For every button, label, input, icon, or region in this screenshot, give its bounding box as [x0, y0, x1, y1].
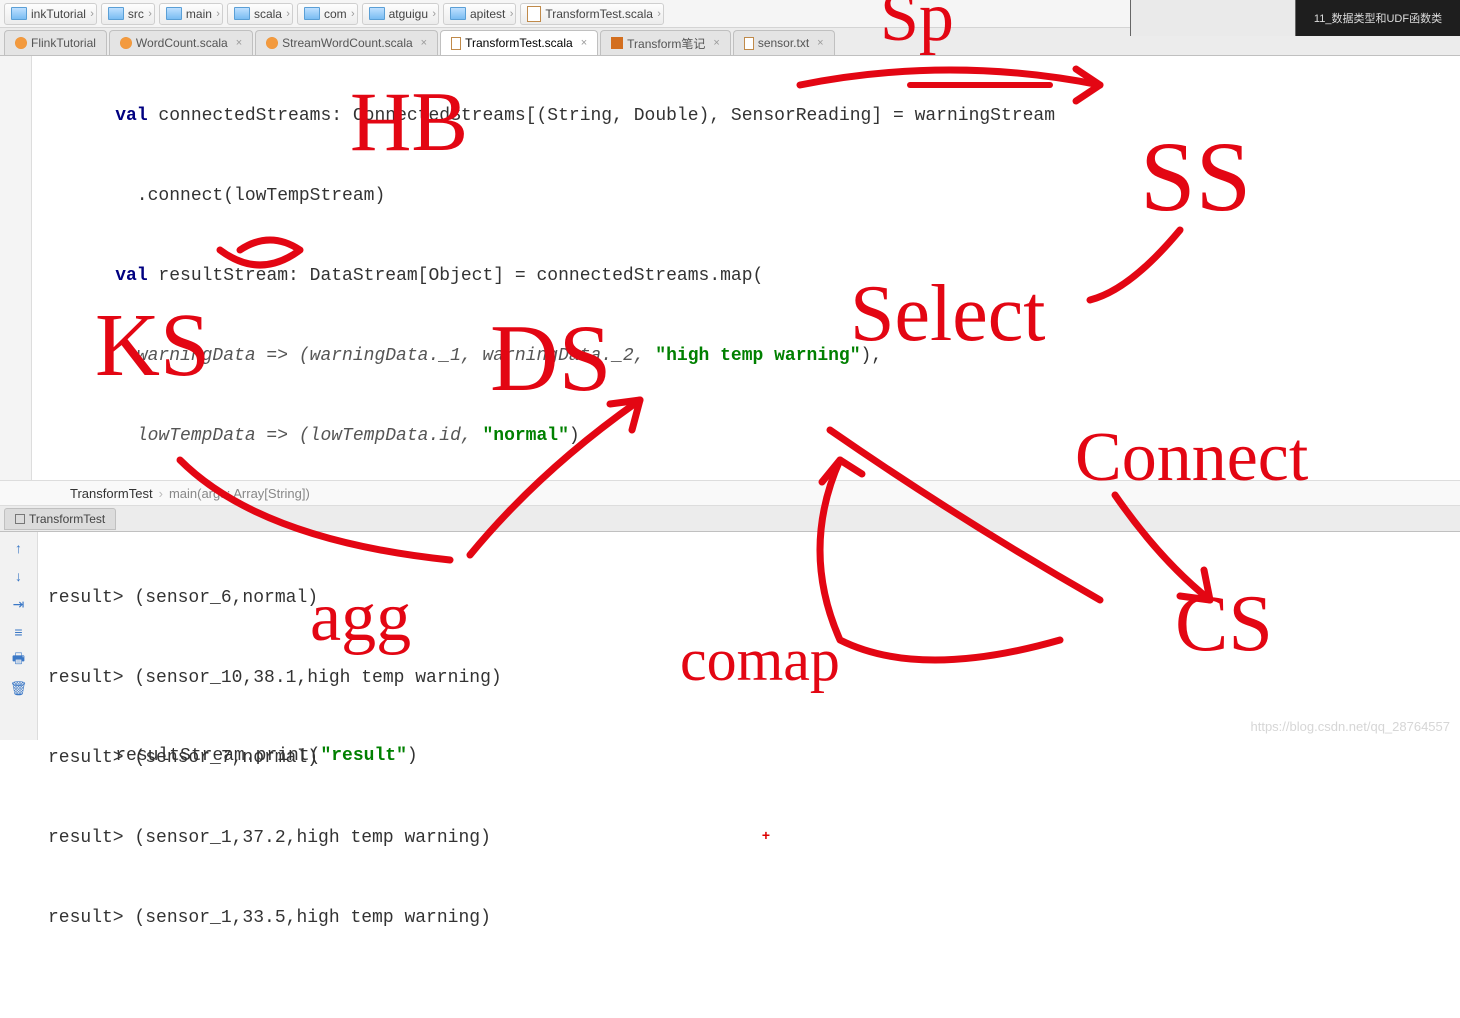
console-line: result> (sensor_6,normal): [48, 578, 1450, 618]
bc-main[interactable]: main: [159, 3, 223, 25]
scroll-down-icon[interactable]: ↓: [9, 566, 29, 586]
run-tab-transformtest[interactable]: TransformTest: [4, 508, 116, 530]
struct-class: TransformTest: [70, 486, 153, 501]
video-thumbnails: 11_数据类型和UDF函数类: [1130, 0, 1460, 36]
gutter: [0, 56, 32, 480]
bc-current-file[interactable]: TransformTest.scala: [520, 3, 664, 25]
bc-src[interactable]: src: [101, 3, 155, 25]
print-icon[interactable]: 🖶: [9, 650, 29, 670]
soft-wrap-icon[interactable]: ≡: [9, 622, 29, 642]
thumb-preview[interactable]: [1130, 0, 1295, 36]
console-output[interactable]: result> (sensor_6,normal) result> (senso…: [38, 532, 1460, 740]
wrap-icon[interactable]: ⇥: [9, 594, 29, 614]
scala-icon: [15, 37, 27, 49]
bc-apitest[interactable]: apitest: [443, 3, 516, 25]
close-icon[interactable]: ×: [713, 37, 719, 49]
console-line: result> (sensor_10,38.1,high temp warnin…: [48, 658, 1450, 698]
code-editor[interactable]: val connectedStreams: ConnectedStreams[(…: [32, 56, 1460, 480]
scala-icon: [266, 37, 278, 49]
structure-breadcrumb[interactable]: TransformTest › main(args: Array[String]…: [0, 480, 1460, 506]
run-config-icon: [15, 514, 25, 524]
thumb-next[interactable]: 11_数据类型和UDF函数类: [1295, 0, 1460, 36]
tab-wordcount[interactable]: WordCount.scala×: [109, 30, 253, 55]
console-line: result> (sensor_7,normal): [48, 738, 1450, 778]
file-icon: [744, 37, 754, 50]
struct-method: main(args: Array[String]): [169, 486, 310, 501]
close-icon[interactable]: ×: [817, 37, 823, 49]
bc-atguigu[interactable]: atguigu: [362, 3, 439, 25]
scala-icon: [120, 37, 132, 49]
bc-com[interactable]: com: [297, 3, 358, 25]
tab-transform-notes[interactable]: Transform笔记×: [600, 30, 731, 55]
console-line: result> (sensor_1,37.2,high temp warning…: [48, 818, 1450, 858]
tab-sensor[interactable]: sensor.txt×: [733, 30, 835, 55]
close-icon[interactable]: ×: [421, 37, 427, 49]
bc-project[interactable]: inkTutorial: [4, 3, 97, 25]
note-icon: [611, 37, 623, 49]
tab-streamwordcount[interactable]: StreamWordCount.scala×: [255, 30, 438, 55]
tab-flinktutorial[interactable]: FlinkTutorial: [4, 30, 107, 55]
console-line: result> (sensor_1,33.5,high temp warning…: [48, 898, 1450, 938]
clear-icon[interactable]: 🗑: [9, 678, 29, 698]
console-toolbar: ↑ ↓ ⇥ ≡ 🖶 🗑: [0, 532, 38, 740]
tab-transformtest[interactable]: TransformTest.scala×: [440, 30, 598, 55]
watermark: https://blog.csdn.net/qq_28764557: [1251, 719, 1451, 734]
close-icon[interactable]: ×: [236, 37, 242, 49]
file-icon: [451, 37, 461, 50]
bc-scala[interactable]: scala: [227, 3, 293, 25]
console-panel: ↑ ↓ ⇥ ≡ 🖶 🗑 result> (sensor_6,normal) re…: [0, 532, 1460, 740]
scroll-up-icon[interactable]: ↑: [9, 538, 29, 558]
run-panel-tabs: TransformTest: [0, 506, 1460, 532]
close-icon[interactable]: ×: [581, 37, 587, 49]
